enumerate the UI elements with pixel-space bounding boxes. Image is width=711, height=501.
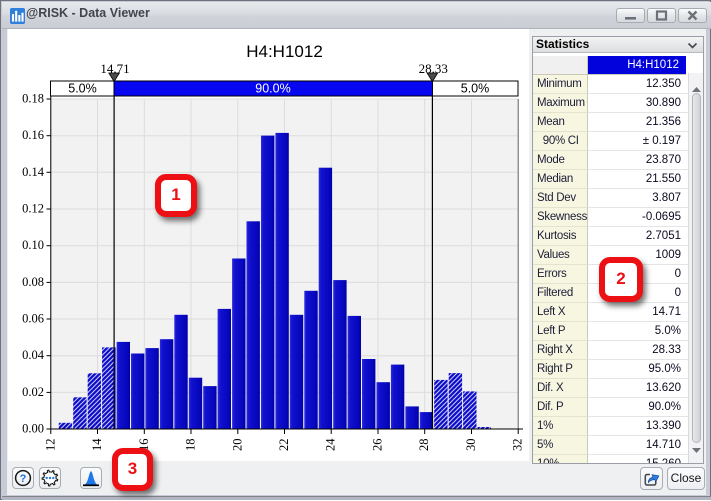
svg-text:5.0%: 5.0% — [461, 82, 490, 96]
svg-text:0.16: 0.16 — [22, 128, 44, 142]
svg-text:0.12: 0.12 — [22, 202, 44, 216]
svg-text:12: 12 — [43, 439, 57, 452]
svg-text:28.33: 28.33 — [419, 61, 448, 76]
svg-text:0.04: 0.04 — [22, 348, 45, 362]
svg-text:14: 14 — [90, 438, 104, 451]
svg-text:26: 26 — [371, 439, 385, 452]
svg-text:5.0%: 5.0% — [68, 82, 97, 96]
svg-text:H4:H1012: H4:H1012 — [246, 42, 323, 61]
svg-text:0.18: 0.18 — [22, 92, 44, 106]
svg-text:32: 32 — [511, 439, 525, 452]
svg-text:14.71: 14.71 — [100, 61, 129, 76]
svg-text:22: 22 — [277, 439, 291, 452]
svg-text:?: ? — [20, 473, 27, 485]
svg-text:90.0%: 90.0% — [255, 82, 290, 96]
svg-text:18: 18 — [184, 439, 198, 452]
svg-text:0.08: 0.08 — [22, 275, 44, 289]
svg-text:0.06: 0.06 — [22, 312, 44, 326]
svg-text:30: 30 — [464, 439, 478, 452]
svg-text:20: 20 — [230, 439, 244, 452]
svg-text:24: 24 — [324, 438, 338, 451]
svg-text:0.10: 0.10 — [22, 238, 44, 252]
svg-text:0.14: 0.14 — [22, 165, 45, 179]
svg-text:28: 28 — [417, 439, 431, 452]
svg-text:0.00: 0.00 — [22, 422, 44, 436]
svg-text:0.02: 0.02 — [22, 385, 44, 399]
